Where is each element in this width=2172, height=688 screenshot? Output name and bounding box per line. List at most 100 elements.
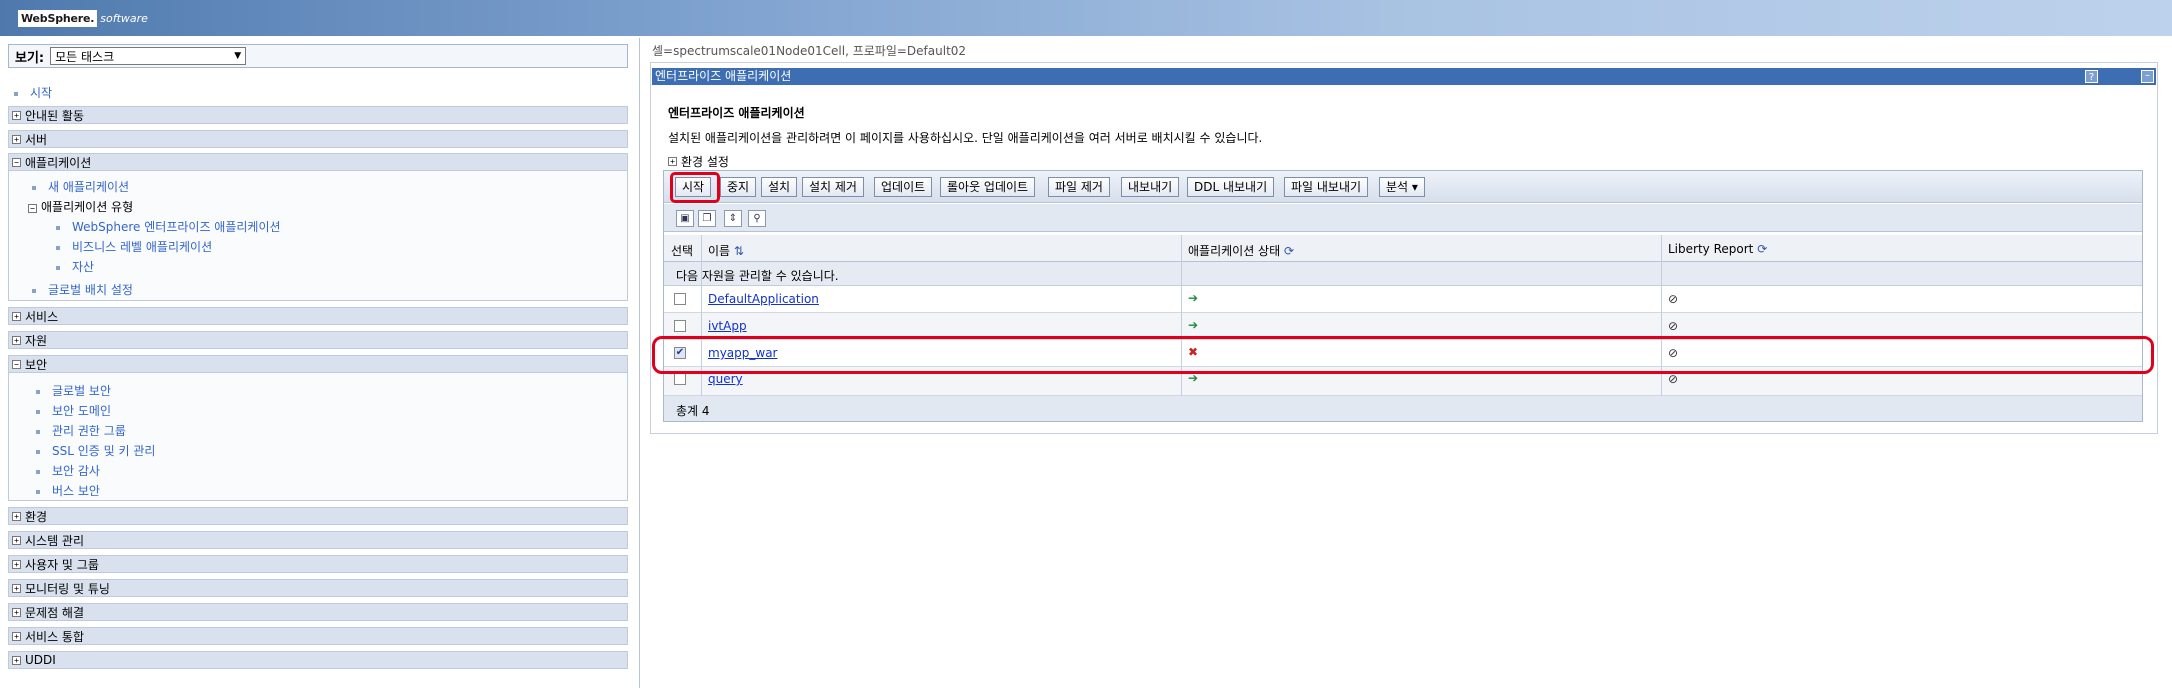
nav-section-services[interactable]: + 서비스: [8, 307, 628, 325]
nav-link-security-domain[interactable]: 보안 도메인: [52, 404, 111, 418]
expand-icon[interactable]: +: [12, 335, 21, 345]
bullet-icon: [56, 265, 60, 270]
uninstall-button[interactable]: 설치 제거: [802, 177, 864, 197]
expand-icon[interactable]: +: [12, 583, 21, 593]
column-header-liberty[interactable]: Liberty Report ⟳: [1668, 242, 1767, 256]
nav-item-global-deploy[interactable]: 글로벌 배치 설정: [32, 281, 133, 298]
section-label: 애플리케이션: [25, 155, 92, 170]
expand-icon[interactable]: +: [12, 607, 21, 617]
nav-link-websphere-ent[interactable]: WebSphere 엔터프라이즈 애플리케이션: [72, 220, 281, 234]
clear-filter-icon[interactable]: ⚲: [748, 210, 766, 227]
install-button[interactable]: 설치: [761, 177, 798, 197]
nav-section-security[interactable]: − 보안: [8, 355, 628, 373]
bullet-icon: [36, 489, 40, 494]
nav-section-applications[interactable]: − 애플리케이션: [8, 153, 628, 171]
logo-software-text: software: [100, 11, 148, 25]
remove-file-button[interactable]: 파일 제거: [1048, 177, 1110, 197]
collapse-icon[interactable]: −: [12, 157, 21, 167]
nav-item-ssl[interactable]: SSL 인증 및 키 관리: [36, 442, 155, 459]
expand-icon[interactable]: +: [12, 535, 21, 545]
export-ddl-button[interactable]: DDL 내보내기: [1187, 177, 1275, 197]
nav-item-business-level[interactable]: 비즈니스 레벨 애플리케이션: [56, 238, 212, 255]
nav-item-start[interactable]: 시작: [14, 84, 52, 101]
column-header-name[interactable]: 이름 ⇅: [708, 242, 744, 259]
update-button[interactable]: 업데이트: [874, 177, 933, 197]
not-available-icon: ⊘: [1668, 319, 1679, 333]
stop-button[interactable]: 중지: [720, 177, 757, 197]
nav-item-admin-groups[interactable]: 관리 권한 그룹: [36, 422, 126, 439]
nav-item-security-audit[interactable]: 보안 감사: [36, 462, 100, 479]
nav-section-resources[interactable]: + 자원: [8, 331, 628, 349]
expand-icon[interactable]: +: [12, 559, 21, 569]
collapse-icon[interactable]: −: [12, 359, 21, 369]
minimize-icon[interactable]: –: [2141, 70, 2154, 83]
analyze-dropdown-button[interactable]: 분석 ▾: [1379, 177, 1425, 197]
highlight-myapp-row: [652, 336, 2154, 374]
nav-section-service-integration[interactable]: + 서비스 통합: [8, 627, 628, 645]
export-file-button[interactable]: 파일 내보내기: [1284, 177, 1369, 197]
expand-icon[interactable]: +: [12, 631, 21, 641]
column-header-select: 선택: [671, 244, 694, 258]
section-label: 자원: [25, 333, 48, 348]
row-checkbox[interactable]: [674, 373, 686, 385]
env-settings-toggle[interactable]: + 환경 설정: [668, 153, 729, 170]
nav-link-ssl[interactable]: SSL 인증 및 키 관리: [52, 444, 155, 458]
refresh-icon[interactable]: ⟳: [1757, 242, 1767, 256]
nav-section-monitoring[interactable]: + 모니터링 및 튜닝: [8, 579, 628, 597]
nav-link-new-app[interactable]: 새 애플리케이션: [48, 180, 129, 194]
nav-link-business-level[interactable]: 비즈니스 레벨 애플리케이션: [72, 240, 212, 254]
nav-section-users-groups[interactable]: + 사용자 및 그룹: [8, 555, 628, 573]
sort-icon[interactable]: ⇅: [734, 244, 744, 258]
section-label: 서비스 통합: [25, 629, 85, 644]
nav-section-server[interactable]: + 서버: [8, 130, 628, 148]
app-link[interactable]: query: [708, 372, 743, 386]
expand-icon[interactable]: +: [12, 134, 21, 144]
nav-link-global-deploy[interactable]: 글로벌 배치 설정: [48, 283, 133, 297]
top-banner: WebSphere. software: [0, 0, 2172, 36]
expand-icon[interactable]: +: [12, 110, 21, 120]
section-label: 안내된 활동: [25, 108, 85, 123]
show-filter-icon[interactable]: ⇕: [724, 210, 742, 227]
expand-icon[interactable]: +: [12, 311, 21, 321]
rollout-update-button[interactable]: 롤아웃 업데이트: [940, 177, 1036, 197]
row-checkbox[interactable]: [674, 320, 686, 332]
nav-section-system-admin[interactable]: + 시스템 관리: [8, 531, 628, 549]
nav-section-uddi[interactable]: + UDDI: [8, 651, 628, 669]
app-link[interactable]: DefaultApplication: [708, 292, 819, 306]
nav-link-global-security[interactable]: 글로벌 보안: [52, 384, 111, 398]
nav-link-assets[interactable]: 자산: [72, 260, 94, 274]
nav-item-security-domain[interactable]: 보안 도메인: [36, 402, 111, 419]
nav-section-troubleshooting[interactable]: + 문제점 해결: [8, 603, 628, 621]
nav-item-assets[interactable]: 자산: [56, 258, 94, 275]
view-select[interactable]: 모든 태스크 ▼: [50, 47, 247, 65]
env-settings-label: 환경 설정: [681, 155, 729, 169]
nav-item-app-types[interactable]: − 애플리케이션 유형: [28, 198, 133, 215]
nav-item-global-security[interactable]: 글로벌 보안: [36, 382, 111, 399]
export-button[interactable]: 내보내기: [1121, 177, 1180, 197]
nav-link-admin-groups[interactable]: 관리 권한 그룹: [52, 424, 126, 438]
nav-section-environment[interactable]: + 환경: [8, 507, 628, 525]
nav-section-guided[interactable]: + 안내된 활동: [8, 106, 628, 124]
expand-icon[interactable]: +: [668, 157, 677, 166]
app-link[interactable]: ivtApp: [708, 319, 747, 333]
expand-icon[interactable]: +: [12, 655, 21, 665]
column-header-status[interactable]: 애플리케이션 상태 ⟳: [1188, 242, 1294, 259]
nav-item-new-app[interactable]: 새 애플리케이션: [32, 178, 129, 195]
select-all-icon[interactable]: ▣: [676, 210, 694, 227]
breadcrumb: 셀=spectrumscale01Node01Cell, 프로파일=Defaul…: [652, 44, 967, 58]
row-checkbox[interactable]: [674, 293, 686, 305]
collapse-icon[interactable]: −: [28, 204, 37, 213]
expand-icon[interactable]: +: [12, 511, 21, 521]
nav-link-start[interactable]: 시작: [30, 86, 52, 100]
nav-link-bus-security[interactable]: 버스 보안: [52, 484, 100, 498]
nav-item-bus-security[interactable]: 버스 보안: [36, 482, 100, 499]
deselect-all-icon[interactable]: ❐: [698, 210, 716, 227]
bullet-icon: [36, 469, 40, 474]
bullet-icon: [36, 429, 40, 434]
nav-link-security-audit[interactable]: 보안 감사: [52, 464, 100, 478]
column-liberty-label: Liberty Report: [1668, 242, 1754, 256]
help-icon[interactable]: ?: [2085, 70, 2098, 83]
nav-item-websphere-ent[interactable]: WebSphere 엔터프라이즈 애플리케이션: [56, 218, 281, 235]
bullet-icon: [56, 225, 60, 230]
refresh-icon[interactable]: ⟳: [1284, 244, 1294, 258]
